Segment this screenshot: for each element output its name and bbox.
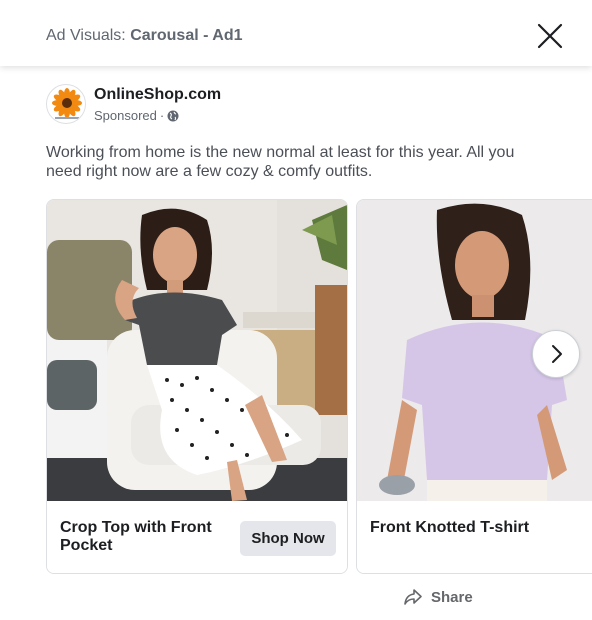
flower-logo-icon — [52, 88, 82, 119]
close-icon — [537, 23, 563, 49]
ad-post: OnlineShop.com Sponsored · Working from … — [0, 66, 592, 620]
carousel-next-button[interactable] — [532, 330, 580, 378]
meta-separator: · — [159, 108, 165, 123]
chevron-right-icon — [552, 345, 562, 363]
close-button[interactable] — [536, 22, 564, 50]
page-name[interactable]: OnlineShop.com — [94, 86, 221, 104]
card-footer: Front Knotted T-shirt — [357, 501, 592, 573]
sponsored-label[interactable]: Sponsored — [94, 108, 157, 123]
card-headline[interactable]: Crop Top with Front Pocket — [60, 519, 240, 555]
share-button[interactable]: Share — [403, 586, 473, 608]
card-headline[interactable]: Front Knotted T-shirt — [370, 519, 592, 537]
modal-header: Ad Visuals: Carousal - Ad1 — [0, 0, 592, 66]
post-meta: Sponsored · — [94, 108, 179, 123]
carousel-card[interactable]: Crop Top with Front Pocket Shop Now — [46, 199, 348, 574]
product-image-crop-top[interactable] — [47, 200, 347, 501]
card-footer: Crop Top with Front Pocket Shop Now — [47, 501, 347, 573]
modal-title: Ad Visuals: Carousal - Ad1 — [46, 27, 243, 45]
post-text: Working from home is the new normal at l… — [46, 144, 515, 180]
shop-now-button[interactable]: Shop Now — [240, 521, 336, 556]
share-arrow-icon — [404, 589, 422, 605]
ad-name: Carousal - Ad1 — [130, 27, 243, 44]
page-avatar[interactable] — [46, 84, 86, 124]
share-label: Share — [431, 588, 473, 606]
carousel-card[interactable]: Front Knotted T-shirt — [356, 199, 592, 574]
title-prefix: Ad Visuals: — [46, 27, 131, 44]
carousel: Crop Top with Front Pocket Shop Now Fron… — [46, 199, 592, 575]
globe-icon — [167, 110, 179, 121]
